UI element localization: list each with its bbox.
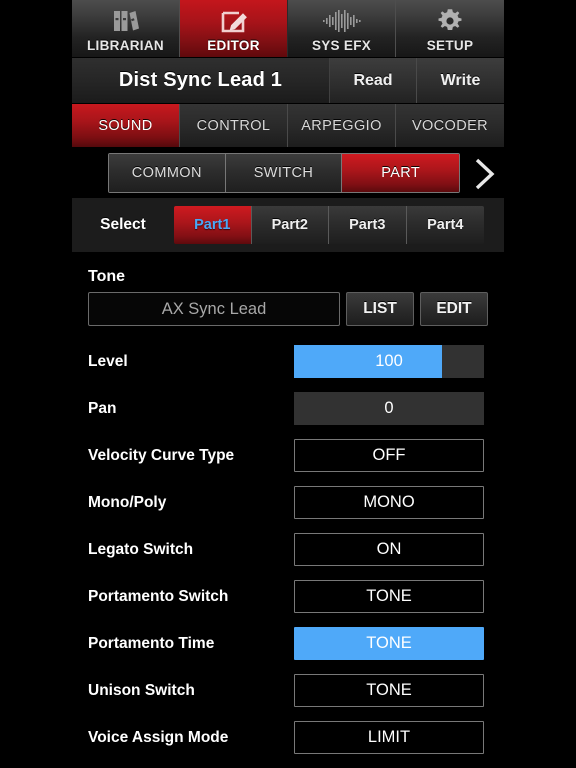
write-button[interactable]: Write — [417, 58, 504, 103]
subtab-common[interactable]: COMMON — [109, 154, 226, 192]
part-button-4[interactable]: Part4 — [406, 206, 484, 244]
param-label-pan: Pan — [88, 399, 117, 417]
read-button[interactable]: Read — [330, 58, 417, 103]
app-root: LIBRARIAN EDITOR SYS EFX SETUP Dist Sync… — [0, 0, 576, 768]
tone-edit-button[interactable]: EDIT — [420, 292, 488, 326]
books-icon — [111, 6, 141, 36]
parameter-list: Tone AX Sync Lead LIST EDIT Level 100 Pa… — [72, 252, 504, 768]
param-row-legato-switch: Legato Switch ON — [72, 526, 504, 573]
param-value-level: 100 — [375, 352, 403, 370]
param-label-mono-poly: Mono/Poly — [88, 493, 167, 511]
param-label-velocity-curve-type: Velocity Curve Type — [88, 446, 235, 464]
param-value-portamento-time[interactable]: TONE — [294, 627, 484, 660]
topnav-label-editor: EDITOR — [207, 38, 260, 53]
param-label-portamento-time: Portamento Time — [88, 634, 215, 652]
param-value-unison-switch[interactable]: TONE — [294, 674, 484, 707]
param-label-level: Level — [88, 352, 128, 370]
param-row-mono-poly: Mono/Poly MONO — [72, 479, 504, 526]
param-row-portamento-switch: Portamento Switch TONE — [72, 573, 504, 620]
sub-tab-bar: COMMON SWITCH PART — [72, 148, 504, 198]
tone-row: AX Sync Lead LIST EDIT — [88, 292, 488, 326]
param-label-voice-assign-mode: Voice Assign Mode — [88, 728, 229, 746]
part-button-3[interactable]: Part3 — [329, 206, 407, 244]
param-value-mono-poly[interactable]: MONO — [294, 486, 484, 519]
param-value-voice-assign-mode[interactable]: LIMIT — [294, 721, 484, 754]
topnav-label-librarian: LIBRARIAN — [87, 38, 164, 53]
waveform-icon — [322, 6, 362, 36]
param-row-pan: Pan 0 — [72, 385, 504, 432]
gear-icon — [435, 6, 465, 36]
tone-label: Tone — [88, 268, 126, 285]
param-value-legato-switch[interactable]: ON — [294, 533, 484, 566]
topnav-item-librarian[interactable]: LIBRARIAN — [72, 0, 180, 57]
subtab-part[interactable]: PART — [342, 154, 459, 192]
chevron-right-icon[interactable] — [470, 156, 500, 192]
part-button-group: Part1 Part2 Part3 Part4 — [174, 206, 484, 244]
tone-list-button[interactable]: LIST — [346, 292, 414, 326]
param-row-velocity-curve-type: Velocity Curve Type OFF — [72, 432, 504, 479]
main-tab-bar: SOUND CONTROL ARPEGGIO VOCODER — [72, 104, 504, 148]
param-row-level: Level 100 — [72, 338, 504, 385]
topnav-item-sys-efx[interactable]: SYS EFX — [288, 0, 396, 57]
patch-name-display[interactable]: Dist Sync Lead 1 — [72, 58, 330, 103]
param-label-unison-switch: Unison Switch — [88, 681, 195, 699]
tab-vocoder[interactable]: VOCODER — [396, 104, 504, 147]
tab-control[interactable]: CONTROL — [180, 104, 288, 147]
tone-name-field[interactable]: AX Sync Lead — [88, 292, 340, 326]
topnav-label-sys-efx: SYS EFX — [311, 38, 372, 53]
param-value-pan: 0 — [384, 399, 394, 417]
param-slider-level[interactable]: 100 — [294, 345, 484, 378]
param-label-legato-switch: Legato Switch — [88, 540, 194, 558]
param-value-portamento-switch[interactable]: TONE — [294, 580, 484, 613]
sub-tab-group: COMMON SWITCH PART — [108, 153, 460, 193]
param-label-portamento-switch: Portamento Switch — [88, 587, 229, 605]
param-row-next-partial — [72, 761, 504, 768]
part-select-row: Select Part1 Part2 Part3 Part4 — [72, 198, 504, 266]
patch-bar: Dist Sync Lead 1 Read Write — [72, 58, 504, 104]
param-slider-pan[interactable]: 0 — [294, 392, 484, 425]
param-row-portamento-time: Portamento Time TONE — [72, 620, 504, 667]
topnav-item-setup[interactable]: SETUP — [396, 0, 504, 57]
part-button-2[interactable]: Part2 — [251, 206, 329, 244]
tab-sound[interactable]: SOUND — [72, 104, 180, 147]
param-value-velocity-curve-type[interactable]: OFF — [294, 439, 484, 472]
top-navigation-bar: LIBRARIAN EDITOR SYS EFX SETUP — [72, 0, 504, 58]
subtab-switch[interactable]: SWITCH — [225, 154, 343, 192]
topnav-label-setup: SETUP — [426, 38, 474, 53]
topnav-item-editor[interactable]: EDITOR — [180, 0, 288, 57]
tone-block: Tone AX Sync Lead LIST EDIT — [72, 268, 504, 326]
tab-arpeggio[interactable]: ARPEGGIO — [288, 104, 396, 147]
param-row-voice-assign-mode: Voice Assign Mode LIMIT — [72, 714, 504, 761]
part-button-1[interactable]: Part1 — [174, 206, 252, 244]
pencil-square-icon — [219, 6, 249, 36]
select-label: Select — [100, 216, 146, 233]
app-content: LIBRARIAN EDITOR SYS EFX SETUP Dist Sync… — [72, 0, 504, 768]
param-row-unison-switch: Unison Switch TONE — [72, 667, 504, 714]
